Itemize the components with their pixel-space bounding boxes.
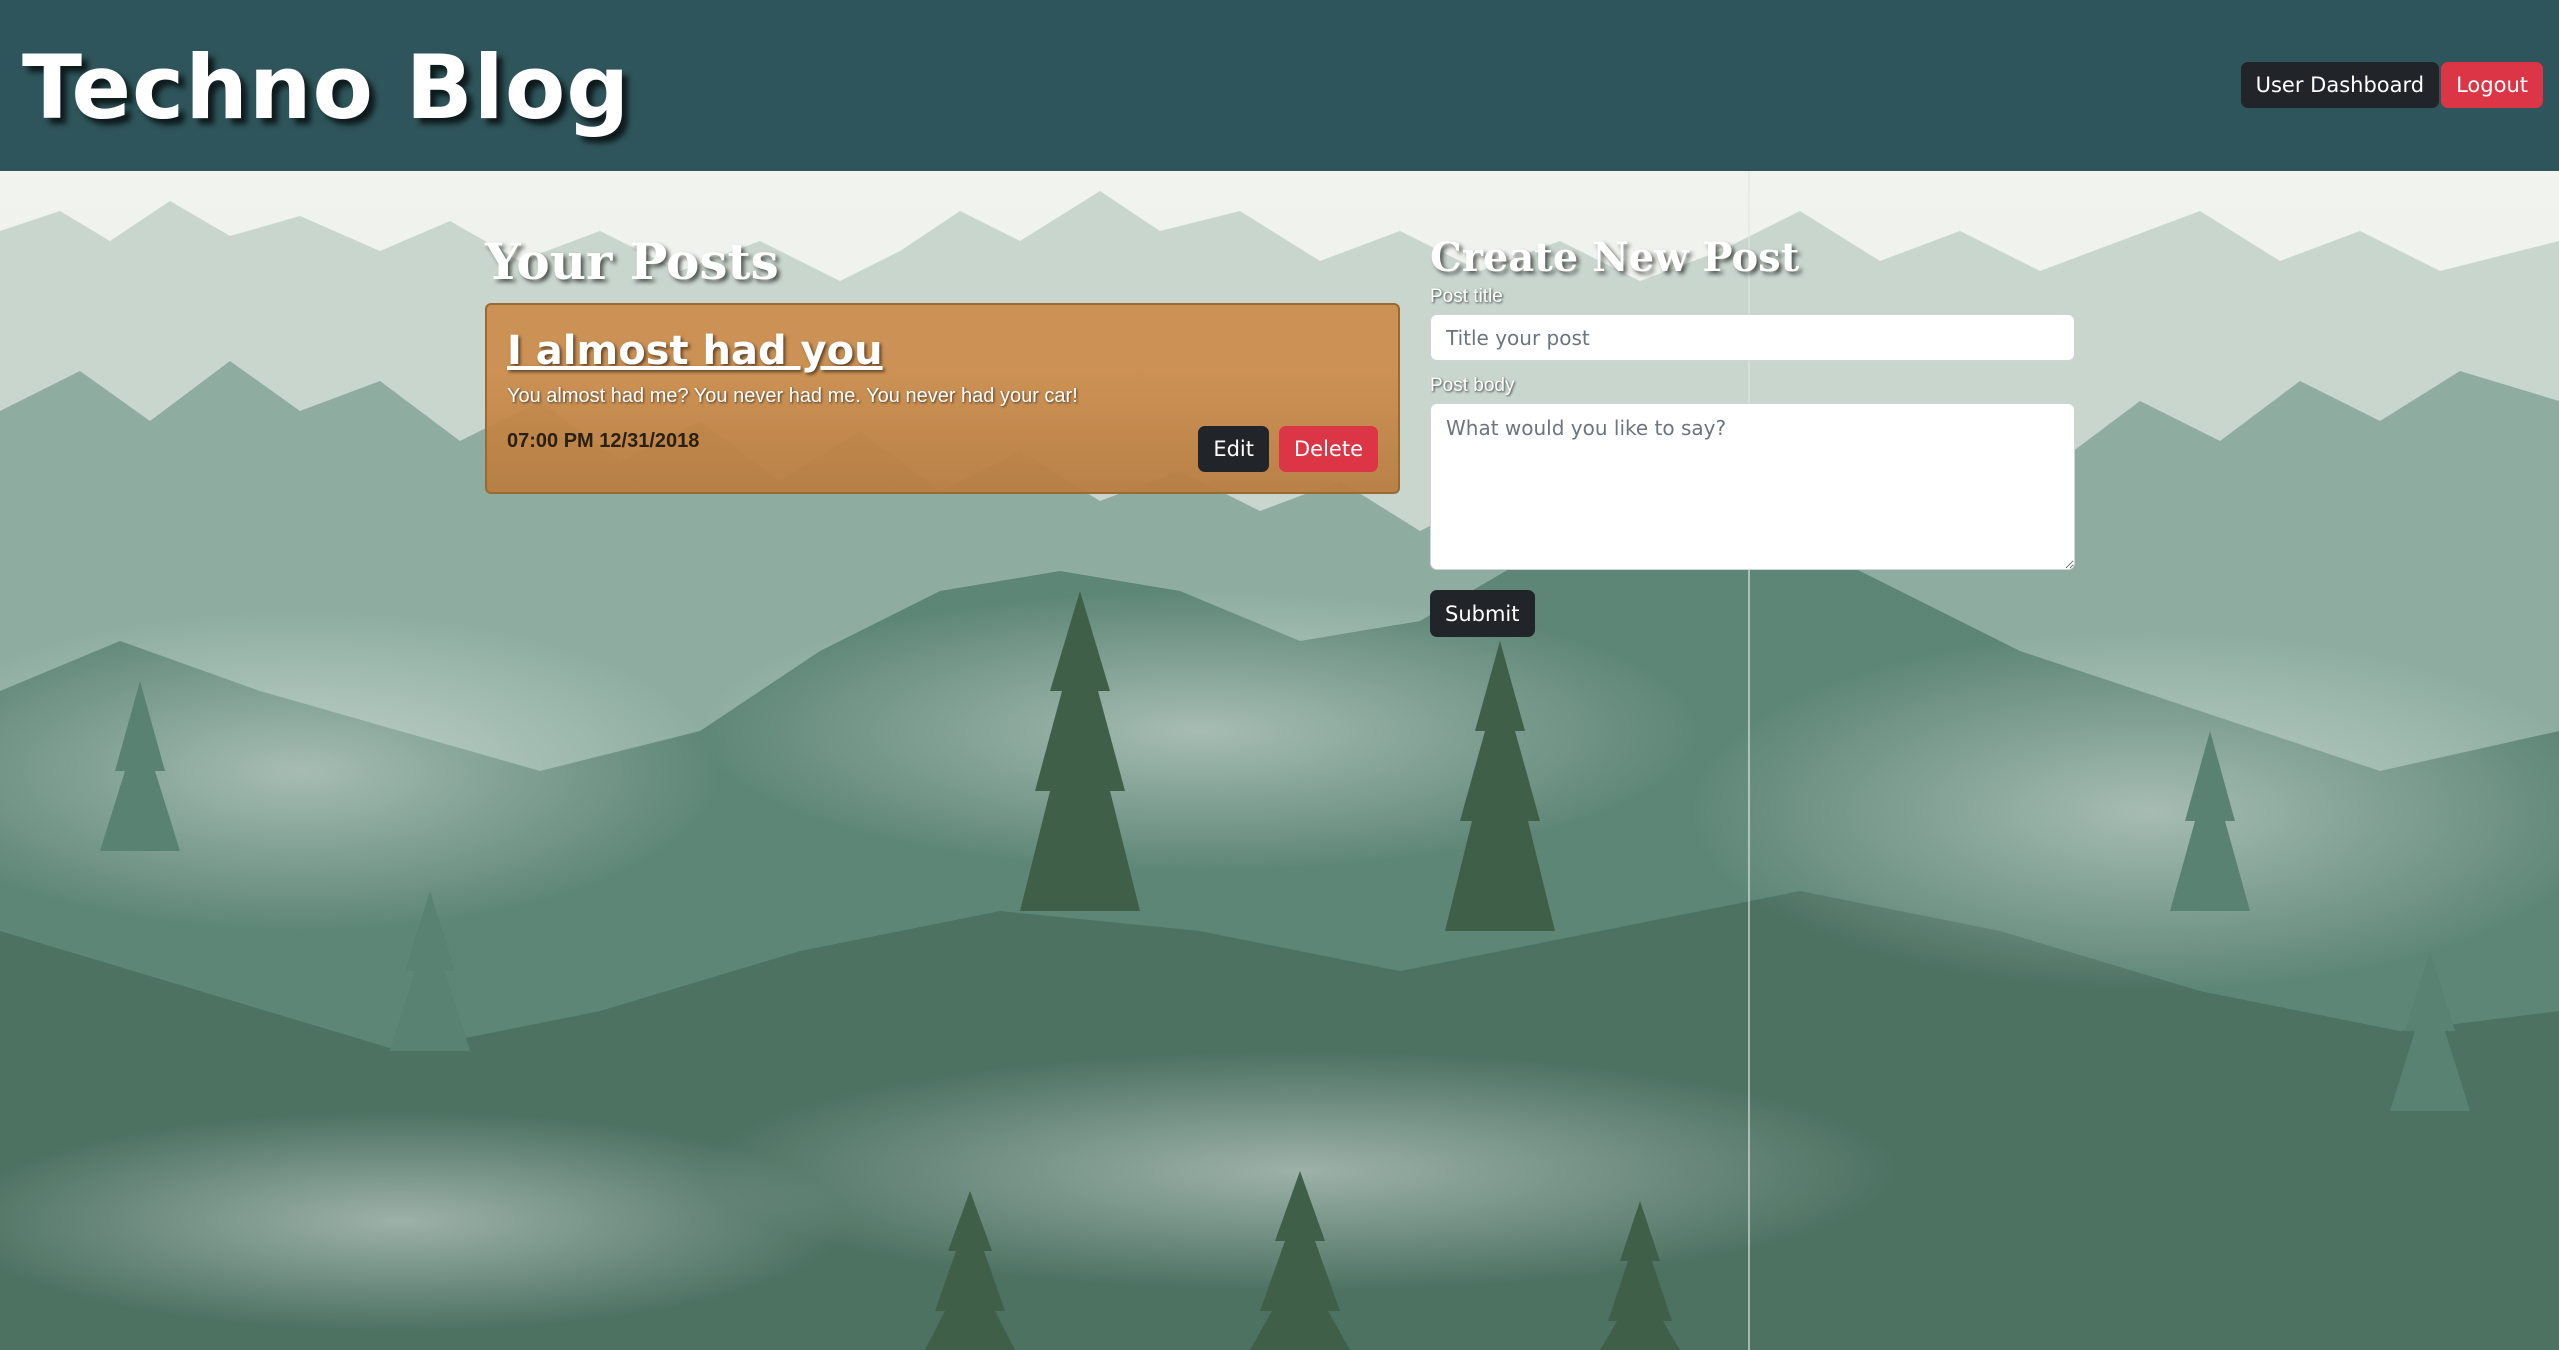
post-body: You almost had me? You never had me. You… <box>507 385 1078 407</box>
submit-wrap: Submit <box>1430 590 2075 637</box>
post-card: I almost had you You almost had me? You … <box>485 303 1400 494</box>
site-header: Techno Blog User Dashboard Logout <box>0 0 2559 171</box>
your-posts-section: Your Posts I almost had you You almost h… <box>485 230 1400 494</box>
create-post-heading: Create New Post <box>1430 234 1800 281</box>
user-dashboard-button[interactable]: User Dashboard <box>2240 62 2440 108</box>
post-title-link[interactable]: I almost had you <box>507 323 883 379</box>
delete-post-button[interactable]: Delete <box>1279 426 1378 472</box>
post-title-input[interactable] <box>1430 314 2075 361</box>
your-posts-heading: Your Posts <box>485 232 779 291</box>
create-post-section: Create New Post Post title Post body Sub… <box>1430 230 2075 637</box>
post-body-label: Post body <box>1430 375 1515 396</box>
submit-button[interactable]: Submit <box>1430 590 1535 637</box>
site-title[interactable]: Techno Blog <box>22 28 630 148</box>
header-nav: User Dashboard Logout <box>2240 62 2543 108</box>
post-body-textarea[interactable] <box>1430 403 2075 570</box>
post-actions: Edit Delete <box>1198 426 1378 472</box>
post-title-label: Post title <box>1430 286 1503 307</box>
logout-button[interactable]: Logout <box>2441 62 2543 108</box>
edit-post-button[interactable]: Edit <box>1198 426 1269 472</box>
